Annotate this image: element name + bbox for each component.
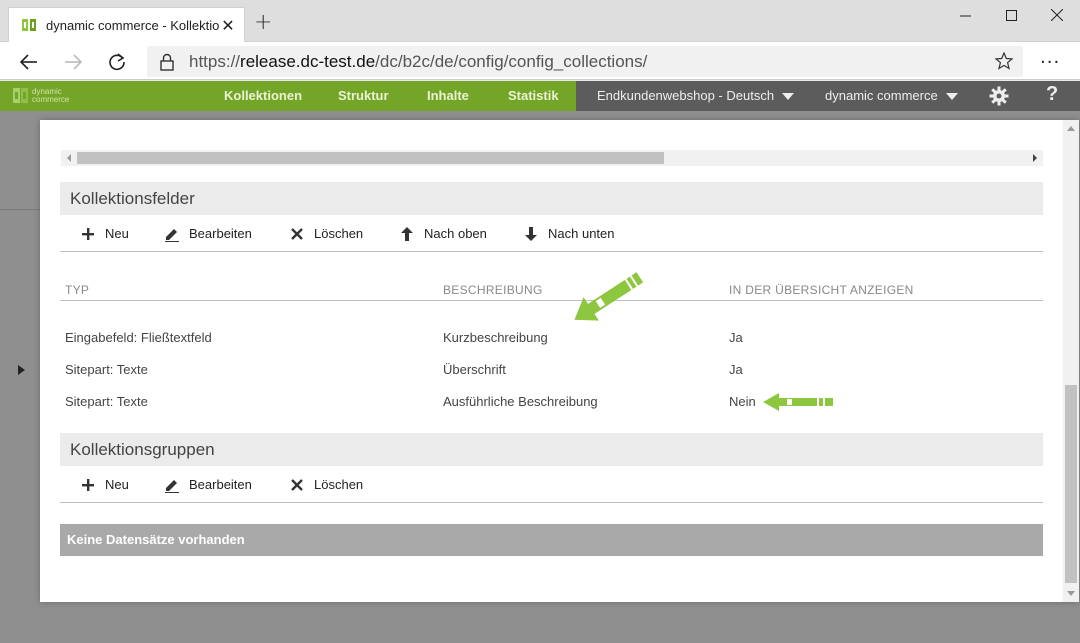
shop-select[interactable]: Endkundenwebshop - Deutsch	[597, 81, 795, 111]
close-icon	[288, 476, 306, 494]
groups-new-button[interactable]: Neu	[79, 466, 129, 503]
cell-beschreibung: Ausführliche Beschreibung	[443, 394, 598, 409]
pencil-icon	[163, 225, 181, 243]
chevron-down-icon	[945, 92, 958, 100]
groups-toolbar: Neu Bearbeiten Löschen	[60, 466, 1043, 503]
column-header-beschreibung[interactable]: BESCHREIBUNG	[443, 283, 543, 297]
company-select-label: dynamic commerce	[825, 88, 938, 103]
fields-move-up-button[interactable]: Nach oben	[398, 215, 487, 252]
fields-move-down-button[interactable]: Nach unten	[522, 215, 615, 252]
url-text: https://release.dc-test.de/dc/b2c/de/con…	[189, 51, 648, 71]
back-arrow-icon[interactable]	[17, 50, 41, 74]
table-row[interactable]: Sitepart: Texte Überschrift Ja	[60, 354, 1043, 386]
arrow-down-icon	[522, 225, 540, 243]
cell-uebersicht: Ja	[729, 330, 743, 345]
groups-empty-message: Keine Datensätze vorhanden	[60, 524, 1043, 556]
favorite-star-icon[interactable]	[995, 52, 1013, 70]
groups-delete-button[interactable]: Löschen	[288, 466, 363, 503]
plus-icon	[79, 476, 97, 494]
fields-table-header: TYP BESCHREIBUNG IN DER ÜBERSICHT ANZEIG…	[60, 273, 1043, 301]
cell-uebersicht: Nein	[729, 394, 756, 409]
nav-struktur[interactable]: Struktur	[338, 81, 389, 111]
help-icon[interactable]: ?	[1046, 83, 1058, 106]
horizontal-scroll-thumb[interactable]	[77, 152, 664, 164]
window-close-icon[interactable]	[1034, 0, 1080, 30]
browser-addressbar: https://release.dc-test.de/dc/b2c/de/con…	[0, 42, 1080, 80]
fields-delete-button[interactable]: Löschen	[288, 215, 363, 252]
vertical-scroll-thumb[interactable]	[1065, 385, 1077, 583]
background-divider	[0, 209, 40, 210]
cell-beschreibung: Kurzbeschreibung	[443, 330, 548, 345]
url-field[interactable]: https://release.dc-test.de/dc/b2c/de/con…	[147, 46, 1023, 77]
horizontal-scrollbar[interactable]	[61, 150, 1043, 166]
fields-section-title: Kollektionsfelder	[60, 182, 1043, 215]
browser-tab[interactable]: dynamic commerce - Kollektione ✕	[8, 7, 245, 42]
dc-favicon-icon	[22, 19, 36, 31]
cell-typ: Sitepart: Texte	[65, 394, 148, 409]
more-options-icon[interactable]: ···	[1040, 52, 1060, 73]
scroll-left-icon[interactable]	[67, 154, 71, 162]
column-header-uebersicht[interactable]: IN DER ÜBERSICHT ANZEIGEN	[729, 283, 914, 297]
close-icon	[288, 225, 306, 243]
dc-logo[interactable]: dynamic commerce	[13, 87, 69, 104]
forward-arrow-icon[interactable]	[61, 50, 85, 74]
gear-icon[interactable]	[989, 86, 1009, 106]
cell-uebersicht: Ja	[729, 362, 743, 377]
annotation-arrow-icon	[574, 272, 644, 321]
fields-new-button[interactable]: Neu	[79, 215, 129, 252]
browser-tabbar: dynamic commerce - Kollektione ✕ +	[0, 0, 1080, 42]
plus-icon	[79, 225, 97, 243]
nav-kollektionen[interactable]: Kollektionen	[224, 81, 302, 111]
app-logo-area: dynamic commerce Kollektionen Struktur I…	[0, 81, 576, 111]
cell-typ: Eingabefeld: Fließtextfeld	[65, 330, 212, 345]
annotation-arrow-icon	[763, 393, 833, 411]
tab-close-icon[interactable]: ✕	[220, 16, 236, 35]
cell-typ: Sitepart: Texte	[65, 362, 148, 377]
scroll-right-icon[interactable]	[1033, 154, 1037, 162]
collection-config-modal: Kollektionsfelder Neu Bearbeiten Löschen…	[40, 120, 1079, 602]
cell-beschreibung: Überschrift	[443, 362, 506, 377]
groups-edit-button[interactable]: Bearbeiten	[163, 466, 252, 503]
dc-logo-icon	[13, 88, 28, 103]
new-tab-icon[interactable]: +	[254, 12, 272, 34]
company-select[interactable]: dynamic commerce	[825, 81, 958, 111]
arrow-up-icon	[398, 225, 416, 243]
fields-edit-button[interactable]: Bearbeiten	[163, 215, 252, 252]
table-row[interactable]: Sitepart: Texte Ausführliche Beschreibun…	[60, 386, 1043, 418]
app-header: dynamic commerce Kollektionen Struktur I…	[0, 81, 1080, 111]
nav-statistik[interactable]: Statistik	[508, 81, 559, 111]
nav-inhalte[interactable]: Inhalte	[427, 81, 469, 111]
table-row[interactable]: Eingabefeld: Fließtextfeld Kurzbeschreib…	[60, 322, 1043, 354]
groups-section-title: Kollektionsgruppen	[60, 433, 1043, 466]
vertical-scrollbar[interactable]	[1063, 120, 1079, 602]
shop-select-label: Endkundenwebshop - Deutsch	[597, 88, 775, 103]
reload-icon[interactable]	[105, 50, 129, 74]
logo-text: dynamic commerce	[32, 86, 70, 104]
tab-title: dynamic commerce - Kollektione	[46, 17, 220, 33]
scroll-down-icon[interactable]	[1067, 591, 1075, 596]
minimize-icon[interactable]	[942, 0, 988, 30]
pencil-icon	[163, 476, 181, 494]
column-header-typ[interactable]: TYP	[65, 283, 89, 297]
maximize-icon[interactable]	[988, 0, 1034, 30]
chevron-down-icon	[782, 92, 795, 100]
fields-toolbar: Neu Bearbeiten Löschen Nach oben Nach un…	[60, 215, 1043, 252]
background-expand-icon	[18, 365, 25, 375]
lock-icon	[160, 53, 174, 71]
scroll-up-icon[interactable]	[1067, 126, 1075, 131]
